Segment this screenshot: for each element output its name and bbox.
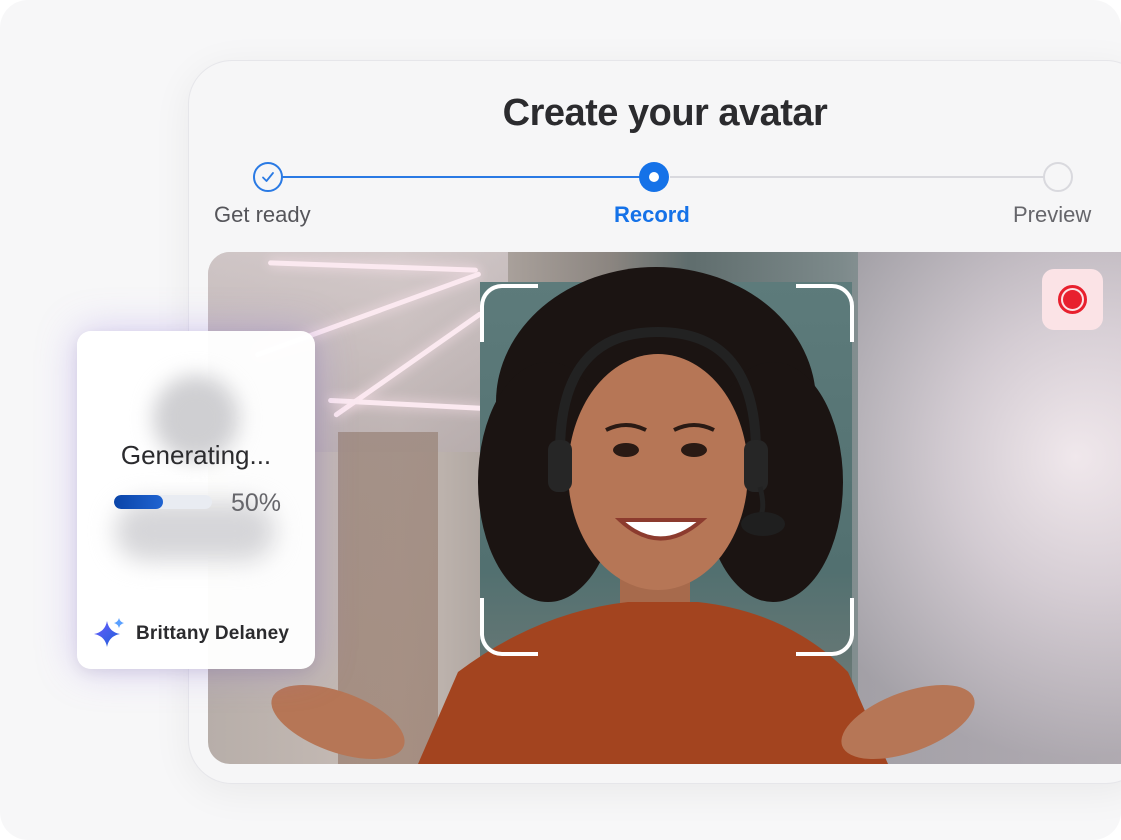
user-name: Brittany Delaney — [136, 623, 290, 644]
step-get-ready-check-icon[interactable] — [253, 162, 283, 192]
headset-earpiece — [548, 440, 572, 492]
eye — [613, 443, 639, 457]
progress-bar — [114, 495, 212, 509]
step-preview-label[interactable]: Preview — [1013, 202, 1091, 228]
face-frame-corner — [796, 598, 854, 656]
record-button[interactable] — [1042, 269, 1103, 330]
hand — [271, 685, 405, 759]
step-get-ready-label[interactable]: Get ready — [214, 202, 311, 228]
camera-preview — [208, 252, 1121, 764]
stepper-line-completed — [282, 176, 640, 178]
progress-percent: 50% — [231, 489, 282, 517]
generating-card: Generating... 50% Brittany Delaney — [77, 331, 315, 669]
generating-status: Generating... — [120, 440, 272, 470]
step-record-indicator[interactable] — [639, 162, 669, 192]
face-frame-corner — [480, 284, 538, 342]
check-icon — [262, 172, 274, 182]
user-row: Brittany Delaney — [92, 617, 312, 651]
face — [568, 354, 748, 590]
page-title: Create your avatar — [502, 92, 828, 134]
face-frame-corner — [796, 284, 854, 342]
eye — [681, 443, 707, 457]
headset-mic — [741, 512, 785, 536]
stepper-line-pending — [670, 176, 1044, 178]
face-frame-corner — [480, 598, 538, 656]
headset-earpiece — [744, 440, 768, 492]
sparkle-icon — [94, 618, 124, 647]
person-on-camera — [271, 267, 975, 764]
stage: Create your avatar Get ready Record Prev… — [0, 0, 1121, 840]
record-icon-dot — [1063, 290, 1082, 309]
progress-bar-fill — [114, 495, 163, 509]
step-preview-indicator[interactable] — [1043, 162, 1073, 192]
step-record-label[interactable]: Record — [614, 202, 690, 228]
